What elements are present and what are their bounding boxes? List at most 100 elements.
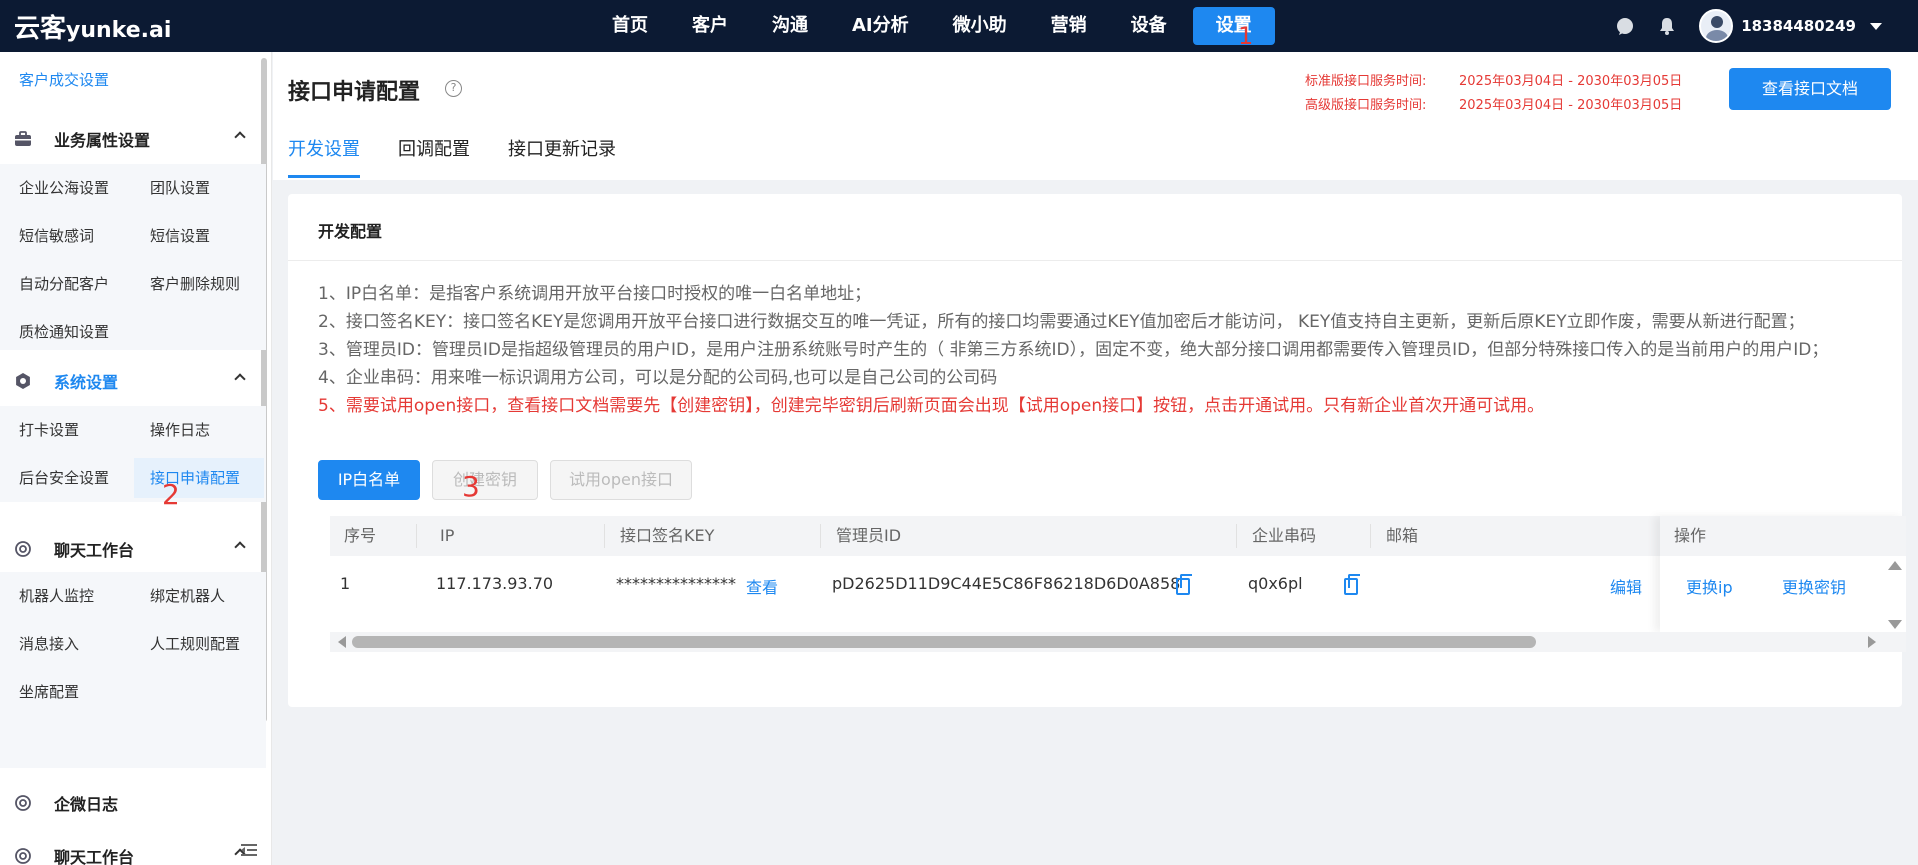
nav-device[interactable]: 设备 <box>1108 7 1190 45</box>
divider <box>416 524 417 548</box>
gear-icon <box>16 373 30 389</box>
create-key-button[interactable]: 创建密钥 <box>432 460 538 500</box>
sidebar-panel-business: 企业公海设置 团队设置 短信敏感词 短信设置 自动分配客户 客户删除规则 质检通… <box>0 164 266 350</box>
sidebar-item-op-log[interactable]: 操作日志 <box>150 410 210 450</box>
sidebar-item-api-config[interactable]: 接口申请配置 <box>134 458 264 498</box>
try-open-api-button[interactable]: 试用open接口 <box>550 460 692 500</box>
cell-index: 1 <box>340 574 351 593</box>
sidebar-group-label: 企微日志 <box>54 795 119 814</box>
sidebar-item-auto-assign[interactable]: 自动分配客户 <box>19 264 109 304</box>
sidebar-item-security[interactable]: 后台安全设置 <box>19 458 109 498</box>
nav-settings[interactable]: 设置 <box>1192 7 1275 45</box>
briefcase-icon <box>15 131 31 146</box>
sidebar-item-message-access[interactable]: 消息接入 <box>19 624 79 664</box>
chevron-up-icon <box>234 373 246 385</box>
view-api-doc-button[interactable]: 查看接口文档 <box>1729 68 1891 110</box>
api-config-table: 序号 IP 接口签名KEY 管理员ID 企业串码 邮箱 1 117.173.93… <box>330 516 1906 652</box>
nav-home[interactable]: 首页 <box>589 7 671 45</box>
nav-communication[interactable]: 沟通 <box>749 7 831 45</box>
note-admin-id: 3、管理员ID：管理员ID是指超级管理员的用户ID，是用户注册系统账号时产生的（… <box>318 340 1829 360</box>
nav-marketing[interactable]: 营销 <box>1028 7 1110 45</box>
col-admin-id: 管理员ID <box>836 526 902 545</box>
sidebar-item-delete-rules[interactable]: 客户删除规则 <box>150 264 240 304</box>
sidebar-group-label: 聊天工作台 <box>54 848 135 865</box>
scroll-right-arrow-icon[interactable] <box>1868 636 1876 648</box>
chevron-up-icon <box>234 541 246 553</box>
help-icon[interactable]: ? <box>445 80 462 97</box>
top-navbar: 云客yunke.ai 首页 客户 沟通 AI分析 微小助 营销 设备 设置 18… <box>0 0 1918 52</box>
annotation-1: 1 <box>1238 22 1254 50</box>
ip-whitelist-button[interactable]: IP白名单 <box>318 460 420 500</box>
sidebar-panel-chat-workbench: 机器人监控 绑定机器人 消息接入 人工规则配置 坐席配置 <box>0 572 266 768</box>
note-api-key: 2、接口签名KEY：接口签名KEY是您调用开放平台接口进行数据交互的唯一凭证，所… <box>318 312 1805 332</box>
sidebar-group-chat-workbench-2[interactable]: 聊天工作台 <box>14 841 254 865</box>
sidebar-group-label: 聊天工作台 <box>54 541 135 560</box>
service-time-standard-label: 标准版接口服务时间: <box>1305 74 1427 89</box>
note-ip-whitelist: 1、IP白名单：是指客户系统调用开放平台接口时授权的唯一白名单地址； <box>318 284 872 304</box>
sidebar-item-clock-in[interactable]: 打卡设置 <box>19 410 79 450</box>
scroll-left-arrow-icon[interactable] <box>338 636 346 648</box>
note-trial-open: 5、需要试用open接口，查看接口文档需要先【创建密钥】，创建完毕密钥后刷新页面… <box>318 396 1545 416</box>
user-phone: 18384480249 <box>1741 17 1856 35</box>
actions-fixed-column: 操作 更换ip 更换密钥 <box>1660 516 1906 632</box>
scroll-down-arrow-icon[interactable] <box>1888 620 1902 629</box>
sidebar-item-corp-sea[interactable]: 企业公海设置 <box>19 168 109 208</box>
nav-assistant[interactable]: 微小助 <box>930 7 1030 45</box>
horizontal-scrollbar[interactable] <box>330 632 1906 652</box>
chat-icon[interactable] <box>1615 16 1635 36</box>
note-corp-code: 4、企业串码：用来唯一标识调用方公司，可以是分配的公司码,也可以是自己公司的公司… <box>318 368 998 388</box>
tabs: 开发设置 回调配置 接口更新记录 <box>288 135 654 178</box>
sidebar-group-system[interactable]: 系统设置 <box>14 366 254 396</box>
user-menu[interactable]: 18384480249 <box>1699 9 1882 43</box>
cell-admin-id: pD2625D11D9C44E5C86F86218D6D0A858 <box>832 574 1181 593</box>
card-title: 开发配置 <box>318 222 383 241</box>
nav-ai-analysis[interactable]: AI分析 <box>829 7 932 45</box>
scroll-up-arrow-icon[interactable] <box>1888 561 1902 570</box>
sidebar: 客户成交设置 业务属性设置 企业公海设置 团队设置 短信敏感词 短信设置 自动分… <box>0 52 272 865</box>
sidebar-item-manual-rules[interactable]: 人工规则配置 <box>150 624 240 664</box>
sidebar-item-bind-robot[interactable]: 绑定机器人 <box>150 576 225 616</box>
logo[interactable]: 云客yunke.ai <box>14 8 171 45</box>
service-time-advanced-value: 2025年03月04日 - 2030年03月05日 <box>1459 98 1683 113</box>
dev-config-card: 开发配置 1、IP白名单：是指客户系统调用开放平台接口时授权的唯一白名单地址； … <box>288 194 1906 707</box>
sidebar-item-qc-notify[interactable]: 质检通知设置 <box>19 312 109 352</box>
avatar <box>1699 9 1734 43</box>
main-nav: 首页 客户 沟通 AI分析 微小助 营销 设备 设置 <box>589 0 1275 52</box>
tab-dev-settings[interactable]: 开发设置 <box>288 135 360 178</box>
sidebar-item-robot-monitor[interactable]: 机器人监控 <box>19 576 94 616</box>
notes: 1、IP白名单：是指客户系统调用开放平台接口时授权的唯一白名单地址； 2、接口签… <box>318 280 1888 420</box>
top-right-tools: 18384480249 <box>1615 0 1882 52</box>
sidebar-group-chat-workbench[interactable]: 聊天工作台 <box>14 534 254 564</box>
sidebar-group-label: 业务属性设置 <box>54 131 151 150</box>
sidebar-link-deal-settings[interactable]: 客户成交设置 <box>19 69 109 90</box>
cell-corp-code: q0x6pl <box>1248 574 1303 593</box>
edit-link[interactable]: 编辑 <box>1610 574 1642 598</box>
col-index: 序号 <box>344 526 377 545</box>
service-time-advanced-label: 高级版接口服务时间: <box>1305 98 1427 113</box>
view-key-link[interactable]: 查看 <box>746 574 778 598</box>
scrollbar-thumb[interactable] <box>352 636 1536 648</box>
sidebar-item-sms-settings[interactable]: 短信设置 <box>150 216 210 256</box>
sidebar-group-wecom-log[interactable]: 企微日志 <box>14 788 254 818</box>
divider <box>604 524 605 548</box>
chevron-down-icon <box>1870 22 1882 30</box>
sidebar-group-label: 系统设置 <box>54 373 119 392</box>
sidebar-item-seat-config[interactable]: 坐席配置 <box>19 672 79 712</box>
sidebar-item-sms-sensitive[interactable]: 短信敏感词 <box>19 216 94 256</box>
copy-admin-id-icon[interactable] <box>1176 574 1192 595</box>
nav-customer[interactable]: 客户 <box>669 7 751 45</box>
col-corp-code: 企业串码 <box>1252 526 1317 545</box>
tab-callback-config[interactable]: 回调配置 <box>398 135 470 178</box>
bell-icon[interactable] <box>1657 16 1677 36</box>
tab-api-update-log[interactable]: 接口更新记录 <box>508 135 616 178</box>
sidebar-item-team[interactable]: 团队设置 <box>150 168 210 208</box>
annotation-3: 3 <box>462 470 480 503</box>
col-ip: IP <box>440 526 455 545</box>
collapse-menu-icon[interactable] <box>241 843 257 857</box>
change-key-link[interactable]: 更换密钥 <box>1782 574 1846 598</box>
copy-corp-code-icon[interactable] <box>1344 574 1360 595</box>
sidebar-group-business[interactable]: 业务属性设置 <box>14 124 254 154</box>
change-ip-link[interactable]: 更换ip <box>1686 574 1733 598</box>
annotation-2: 2 <box>162 478 180 511</box>
cell-ip: 117.173.93.70 <box>436 574 554 593</box>
